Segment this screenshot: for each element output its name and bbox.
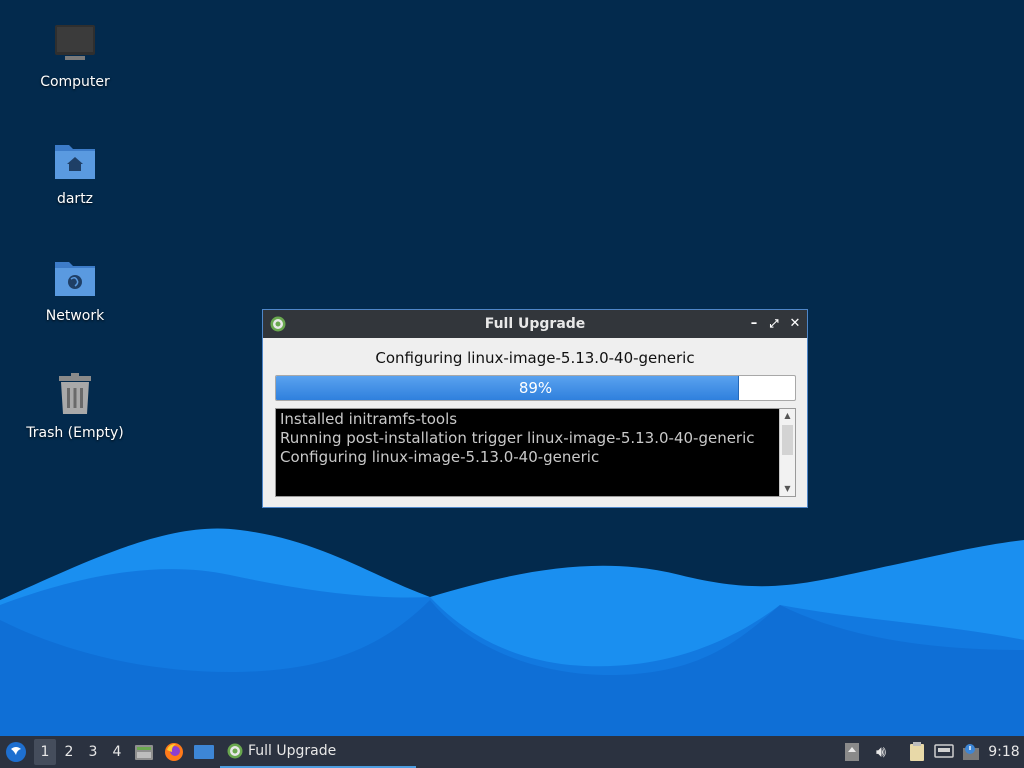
full-upgrade-window: Full Upgrade – ⤢ ✕ Configuring linux-ima… [262, 309, 808, 508]
workspace-3[interactable]: 3 [82, 736, 104, 768]
minimize-icon: – [750, 316, 758, 331]
file-manager-icon [135, 745, 153, 760]
log-line: Installed initramfs-tools [280, 410, 458, 428]
clipboard-tray-button[interactable] [906, 736, 928, 768]
notification-tray-button[interactable] [960, 736, 982, 768]
desktop-icon-label: Network [45, 308, 105, 324]
progress-bar: 89% [275, 375, 796, 401]
update-icon [845, 743, 859, 761]
network-tray-button[interactable] [932, 736, 956, 768]
close-button[interactable]: ✕ [786, 315, 804, 333]
log-line: Configuring linux-image-5.13.0-40-generi… [280, 448, 600, 466]
clock[interactable]: 9:18 [984, 736, 1024, 768]
notification-icon [963, 744, 979, 760]
desktop-icon-label: Computer [40, 74, 110, 90]
workspace-1[interactable]: 1 [34, 739, 56, 765]
desktop-icon-label: Trash (Empty) [26, 425, 124, 441]
maximize-button[interactable]: ⤢ [765, 315, 783, 333]
desktop-icon-label: dartz [56, 191, 94, 207]
log-scrollbar[interactable]: ▲ ▼ [779, 409, 795, 496]
desktop-icon-computer[interactable]: Computer [15, 20, 135, 90]
close-icon: ✕ [789, 316, 801, 331]
taskbar: 1 2 3 4 Full Upgrade 🔊︎ 9:18 [0, 736, 1024, 768]
clipboard-icon [910, 742, 924, 761]
show-desktop-launcher[interactable] [192, 736, 216, 768]
firefox-icon [165, 743, 183, 761]
status-text: Configuring linux-image-5.13.0-40-generi… [375, 349, 695, 367]
desktop-icon-network[interactable]: Network [15, 254, 135, 324]
volume-tray-button[interactable]: 🔊︎ [870, 736, 892, 768]
desktop-icon-trash[interactable]: Trash (Empty) [15, 371, 135, 441]
firefox-launcher[interactable] [162, 736, 186, 768]
log-line: Running post-installation trigger linux-… [280, 429, 755, 447]
taskbar-task-full-upgrade[interactable]: Full Upgrade [220, 736, 416, 768]
lubuntu-logo-icon [6, 742, 26, 762]
network-icon [934, 744, 954, 758]
desktop: Computer dartz Network Trash (Empty) Ful… [0, 0, 1024, 736]
window-title: Full Upgrade [484, 316, 586, 332]
workspace-4[interactable]: 4 [106, 736, 128, 768]
window-titlebar[interactable]: Full Upgrade – ⤢ ✕ [263, 310, 807, 338]
volume-icon: 🔊︎ [875, 742, 887, 761]
computer-icon [55, 25, 95, 60]
maximize-icon: ⤢ [769, 317, 779, 330]
task-label: Full Upgrade [248, 743, 337, 759]
gear-icon [227, 743, 243, 759]
trash-icon [59, 373, 91, 414]
home-folder-icon [55, 145, 95, 179]
desktop-icon-home[interactable]: dartz [15, 137, 135, 207]
minimize-button[interactable]: – [745, 315, 763, 333]
scroll-down-icon[interactable]: ▼ [780, 482, 795, 496]
network-folder-icon [55, 262, 95, 296]
start-menu-button[interactable] [2, 736, 30, 768]
workspace-2[interactable]: 2 [58, 736, 80, 768]
scroll-up-icon[interactable]: ▲ [780, 409, 795, 423]
update-tray-button[interactable] [842, 736, 862, 768]
progress-label: 89% [518, 379, 553, 397]
file-manager-launcher[interactable] [132, 736, 156, 768]
log-output[interactable]: Installed initramfs-tools Running post-i… [275, 408, 796, 497]
show-desktop-icon [194, 745, 214, 759]
scrollbar-thumb[interactable] [782, 425, 793, 455]
